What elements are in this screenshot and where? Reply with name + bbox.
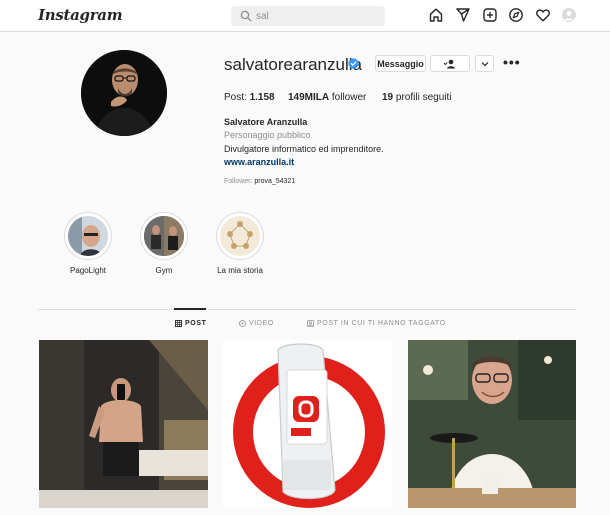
tab-posts[interactable]: POST — [175, 320, 206, 327]
highlight-pagolight[interactable]: PagoLight — [58, 212, 118, 275]
stat-posts-value: 1.158 — [249, 92, 275, 103]
highlight-ring — [64, 212, 112, 260]
stat-following[interactable]: 19 profili seguiti — [382, 92, 451, 103]
direct-icon[interactable] — [455, 7, 471, 23]
post-restaurant-portrait[interactable] — [408, 340, 576, 508]
video-icon — [239, 320, 246, 327]
stat-followers[interactable]: 149MILA follower — [288, 92, 366, 103]
profile-avatar[interactable] — [562, 8, 576, 22]
stat-posts: Post: 1.158 — [224, 92, 275, 103]
instagram-logo[interactable]: Instagram — [38, 6, 123, 24]
message-button[interactable]: Messaggio — [375, 55, 426, 72]
post-gym-mirror-selfie[interactable] — [39, 340, 208, 508]
highlight-label: La mia storia — [217, 266, 263, 275]
highlight-cover-image — [144, 216, 184, 256]
avatar-placeholder-icon — [564, 11, 574, 21]
suggestions-dropdown-button[interactable] — [475, 55, 494, 72]
profile-photo-image — [81, 50, 167, 136]
tab-video-label: VIDEO — [249, 320, 274, 327]
followed-by-user: prova_54321 — [254, 178, 296, 185]
active-tab-indicator — [174, 308, 206, 310]
verified-badge-icon — [348, 58, 359, 69]
post-image — [39, 340, 208, 508]
highlight-cover — [68, 216, 108, 256]
home-icon[interactable] — [428, 7, 444, 23]
tab-tagged-label: POST IN CUI TI HANNO TAGGATO — [317, 320, 446, 327]
activity-heart-icon[interactable] — [535, 7, 551, 23]
search-input[interactable] — [256, 8, 376, 24]
profile-website-link[interactable]: www.aranzulla.it — [224, 157, 294, 167]
highlight-cover-image — [220, 216, 260, 256]
search-box[interactable] — [231, 6, 385, 26]
grid-icon — [175, 320, 182, 327]
tabs-divider — [38, 309, 576, 310]
new-post-icon[interactable] — [482, 7, 498, 23]
user-following-icon — [443, 59, 455, 68]
highlight-la-mia-storia[interactable]: La mia storia — [210, 212, 270, 275]
highlight-ring — [140, 212, 188, 260]
chevron-down-icon — [481, 61, 488, 66]
profile-username: salvatorearanzulla — [224, 55, 362, 74]
highlight-cover-image — [68, 216, 108, 256]
followed-by[interactable]: Follower: prova_54321 — [224, 178, 295, 185]
more-options-button[interactable]: ••• — [503, 55, 521, 69]
post-image — [408, 340, 576, 508]
tab-posts-label: POST — [185, 320, 207, 327]
profile-category: Personaggio pubblico — [224, 130, 311, 140]
top-navbar: Instagram — [0, 0, 610, 32]
search-icon — [240, 10, 252, 22]
stat-following-label: profili seguiti — [393, 92, 452, 103]
highlight-label: PagoLight — [69, 266, 107, 275]
profile-bio: Divulgatore informatico ed imprenditore. — [224, 144, 384, 154]
highlight-label: Gym — [155, 266, 173, 275]
stat-followers-value: 149MILA — [288, 92, 330, 103]
tab-tagged[interactable]: POST IN CUI TI HANNO TAGGATO — [307, 320, 446, 327]
highlight-ring — [216, 212, 264, 260]
profile-full-name: Salvatore Aranzulla — [224, 117, 308, 127]
post-pagolight-pos-terminal[interactable] — [223, 340, 392, 508]
highlight-cover — [220, 216, 260, 256]
highlight-gym[interactable]: Gym — [134, 212, 194, 275]
tagged-icon — [307, 320, 314, 327]
post-image — [223, 340, 392, 508]
profile-picture[interactable] — [81, 50, 167, 136]
stat-posts-label: Post: — [224, 92, 250, 103]
explore-icon[interactable] — [508, 7, 524, 23]
highlight-cover — [144, 216, 184, 256]
tab-video[interactable]: VIDEO — [239, 320, 274, 327]
stat-followers-label: follower — [329, 92, 367, 103]
following-button[interactable] — [430, 55, 470, 72]
stat-following-value: 19 — [382, 92, 394, 103]
followed-by-prefix: Follower: — [224, 178, 255, 185]
